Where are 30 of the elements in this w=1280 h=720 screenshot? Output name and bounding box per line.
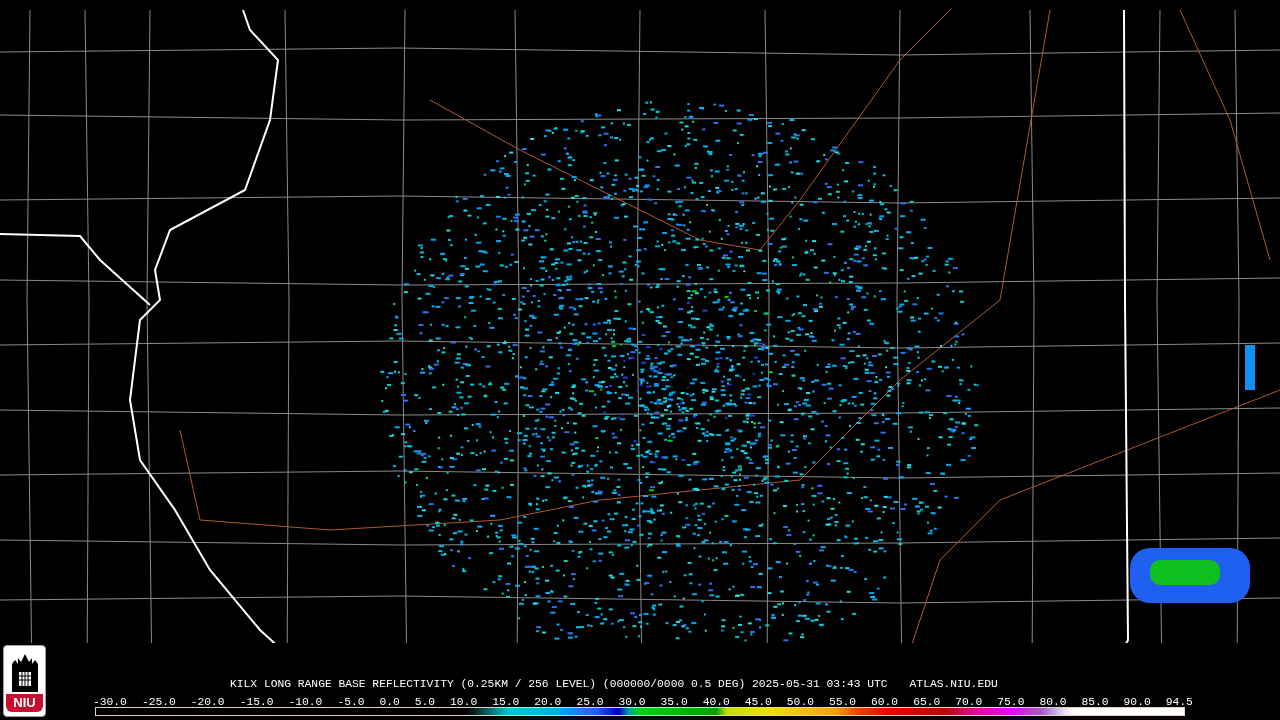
scale-label: -5.0 — [337, 696, 365, 708]
scale-label: 5.0 — [414, 696, 436, 708]
scale-label: 20.0 — [534, 696, 562, 708]
scale-label: 55.0 — [828, 696, 857, 708]
scale-label: 45.0 — [744, 696, 772, 708]
scale-label: 70.0 — [955, 696, 983, 708]
scale-label: 10.0 — [450, 696, 478, 708]
tower-icon — [9, 654, 40, 692]
scale-label: 35.0 — [660, 696, 688, 708]
scale-label: 90.0 — [1123, 696, 1151, 708]
scale-label: 30.0 — [618, 696, 646, 708]
scale-label: 50.0 — [786, 696, 814, 708]
scale-label: 75.0 — [997, 696, 1025, 708]
scale-label: 80.0 — [1039, 696, 1067, 708]
scale-label: -25.0 — [141, 696, 176, 708]
scale-label: -20.0 — [190, 696, 225, 708]
scale-label: -30.0 — [93, 696, 127, 708]
scale-label: 40.0 — [702, 696, 730, 708]
logo-text: NIU — [6, 694, 43, 712]
website-address: ATLAS.NIU.EDU — [909, 677, 998, 691]
scale-label: -10.0 — [288, 696, 323, 708]
scale-label: 60.0 — [871, 696, 899, 708]
product-title: KILX LONG RANGE BASE REFLECTIVITY (0.25KM / 256 LEVEL) (000000/0000 0.5 DEG) 2025-05-31 03:43 UTC — [230, 677, 888, 691]
scale-label: 85.0 — [1081, 696, 1109, 708]
scale-label: 0.0 — [379, 696, 400, 708]
scale-label: 94.5 — [1165, 696, 1193, 708]
scale-label: 15.0 — [492, 696, 520, 708]
scale-label: 65.0 — [913, 696, 941, 708]
scale-label: -15.0 — [239, 696, 274, 708]
scale-label: 25.0 — [576, 696, 604, 708]
